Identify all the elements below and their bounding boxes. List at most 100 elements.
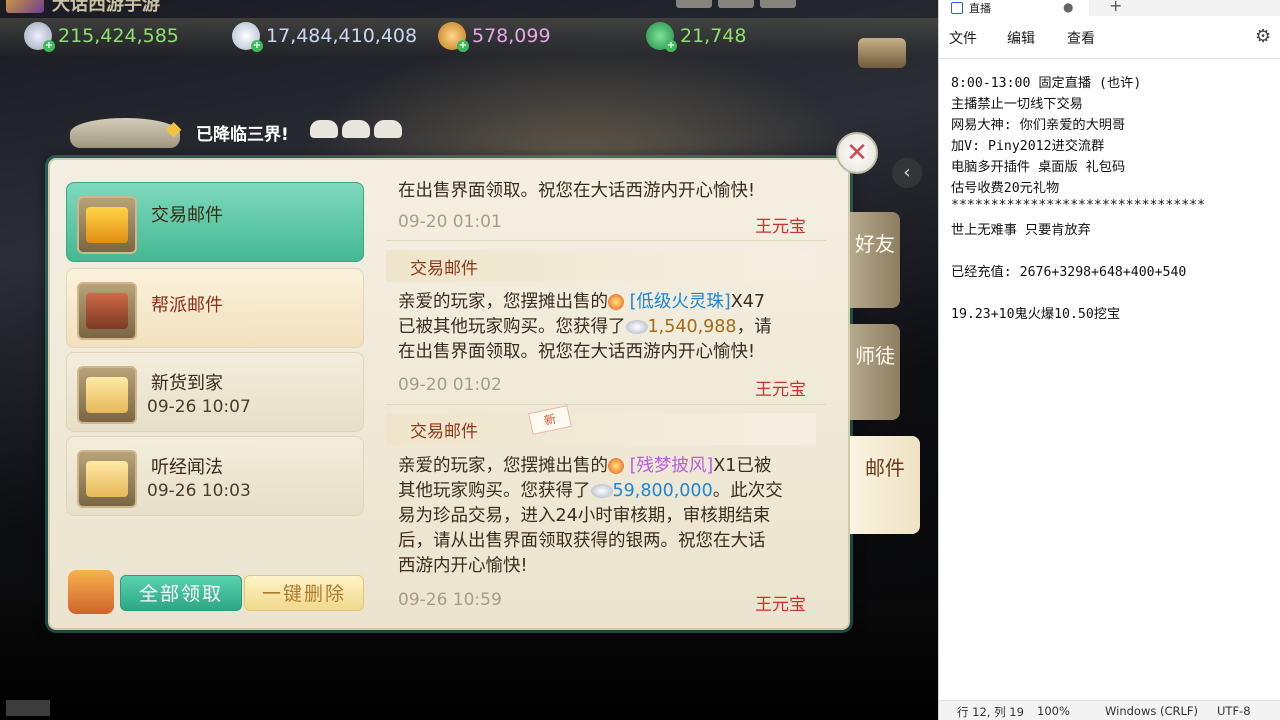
tab-mentor[interactable]: 师徒: [850, 324, 900, 420]
message-sender: 王元宝: [755, 595, 806, 615]
text-line: 加V: Piny2012进交流群: [951, 139, 1105, 154]
game-logo-icon: [6, 0, 44, 13]
rank-badge-icon[interactable]: [858, 38, 906, 68]
game-title: 大话西游手游: [52, 0, 160, 15]
mail-content-pane[interactable]: 在出售界面领取。祝您在大话西游内开心愉快! 09-20 01:01 王元宝 交易…: [386, 170, 826, 622]
notepad-menu-bar: 文件 编辑 查看 ⚙: [939, 24, 1280, 52]
plus-icon[interactable]: +: [251, 40, 263, 52]
text-line: [951, 282, 1271, 303]
text-line: 电脑多开插件 桌面版 礼包码: [951, 160, 1126, 175]
text-line: 世上无难事 只要肯放弃: [951, 223, 1091, 238]
delete-all-button[interactable]: 一键删除: [244, 575, 364, 611]
text-line: 8:00-13:00 固定直播 (也许): [951, 76, 1142, 91]
mail-item-label: 帮派邮件: [151, 295, 223, 316]
currency-bar: + 215,424,585 + 17,484,410,408 + 578,099…: [0, 18, 938, 68]
currency-value: 578,099: [472, 25, 551, 47]
notepad-file-icon: [951, 2, 963, 14]
currency-value: 215,424,585: [58, 25, 179, 47]
close-button[interactable]: ✕: [836, 132, 878, 174]
text-line: [951, 240, 1271, 261]
new-tab-icon[interactable]: +: [1109, 0, 1122, 15]
tab-mail[interactable]: 邮件: [850, 436, 920, 534]
message-title: 交易邮件: [410, 422, 478, 442]
mail-item-sermon[interactable]: 听经闻法 09-26 10:03: [66, 436, 364, 516]
unsaved-dot-icon[interactable]: ●: [1063, 0, 1073, 14]
silver-ingot-icon: [625, 320, 648, 334]
mail-item-label: 新货到家: [151, 373, 223, 394]
trade-shop-icon: [77, 196, 137, 254]
message-sender: 王元宝: [755, 217, 806, 237]
message-body: 亲爱的玩家，您摆摊出售的 [残梦披风]X1已被 其他玩家购买。您获得了 59,80…: [398, 456, 783, 576]
silver-ingot-icon: [590, 484, 613, 498]
cape-item-icon: [608, 458, 624, 474]
window-button[interactable]: [676, 0, 712, 8]
mail-item-time: 09-26 10:07: [147, 397, 251, 417]
mail-item-label: 交易邮件: [151, 205, 223, 226]
cursor-position: 行 12, 列 19: [957, 705, 1024, 719]
announcement-text: 已降临三界!: [196, 125, 289, 145]
notepad-tab-label: 直播: [969, 2, 991, 15]
tab-friends[interactable]: 好友: [850, 212, 900, 308]
window-button[interactable]: [718, 0, 754, 8]
message-header: 交易邮件: [386, 413, 816, 445]
star-mail-icon[interactable]: [68, 570, 114, 614]
notepad-status-bar: 行 12, 列 19 100% Windows (CRLF) UTF-8: [939, 700, 1280, 720]
line-ending[interactable]: Windows (CRLF): [1105, 704, 1198, 718]
notepad-tab[interactable]: 直播 ●: [939, 0, 1089, 16]
mail-item-time: 09-26 10:03: [147, 481, 251, 501]
message-date: 09-20 01:02: [398, 375, 502, 395]
game-window: 大话西游手游 + 215,424,585 + 17,484,410,408 + …: [0, 0, 938, 720]
menu-view[interactable]: 查看: [1067, 28, 1095, 48]
currency-value: 21,748: [680, 25, 747, 47]
encoding[interactable]: UTF-8: [1217, 704, 1251, 718]
menu-file[interactable]: 文件: [949, 28, 977, 48]
mail-item-guild[interactable]: 帮派邮件: [66, 268, 364, 348]
item-link[interactable]: [低级火灵珠]: [630, 292, 731, 312]
text-line: ********************************: [951, 198, 1206, 213]
plus-icon[interactable]: +: [43, 40, 55, 52]
cloud-decoration: [310, 120, 402, 138]
notepad-window: 直播 ● + 文件 编辑 查看 ⚙ 8:00-13:00 固定直播 (也许) 主…: [938, 0, 1280, 720]
plus-icon[interactable]: +: [665, 40, 677, 52]
mail-item-label: 听经闻法: [151, 457, 223, 478]
plus-icon[interactable]: +: [457, 40, 469, 52]
claim-all-button[interactable]: 全部领取: [120, 575, 242, 611]
text-line: 网易大神: 你们亲爱的大明哥: [951, 118, 1126, 133]
bottom-corner-button[interactable]: [6, 700, 50, 716]
menu-divider: [939, 58, 1280, 59]
envelope-icon: [77, 450, 137, 508]
text-line: 估号收费20元礼物: [951, 181, 1060, 196]
text-line: 已经充值: 2676+3298+648+400+540: [951, 265, 1187, 280]
envelope-icon: [77, 366, 137, 424]
item-link[interactable]: [残梦披风]: [630, 456, 714, 476]
text-line: 19.23+10鬼火爆10.50挖宝: [951, 307, 1121, 322]
gold-coin-icon: +: [438, 22, 469, 52]
mail-item-new-goods[interactable]: 新货到家 09-26 10:07: [66, 352, 364, 432]
currency-jade[interactable]: + 21,748: [646, 22, 747, 52]
fire-orb-icon: [608, 294, 624, 310]
guild-building-icon: [77, 282, 137, 340]
message-text: 在出售界面领取。祝您在大话西游内开心愉快!: [398, 181, 756, 201]
message-body: 亲爱的玩家，您摆摊出售的 [低级火灵珠]X47 已被其他玩家购买。您获得了 1,5…: [398, 292, 772, 362]
currency-silver-coin[interactable]: + 215,424,585: [24, 22, 179, 52]
menu-edit[interactable]: 编辑: [1007, 28, 1035, 48]
notepad-text-area[interactable]: 8:00-13:00 固定直播 (也许) 主播禁止一切线下交易 网易大神: 你们…: [951, 72, 1271, 324]
announcement-ornament: [70, 118, 180, 148]
chevron-left-icon[interactable]: ‹: [892, 158, 922, 188]
gear-icon[interactable]: ⚙: [1255, 26, 1271, 47]
announcement-bar: ◆ 已降临三界!: [60, 112, 420, 148]
silver-ingot-icon: +: [232, 22, 263, 52]
zoom-level[interactable]: 100%: [1037, 704, 1070, 718]
title-bar-buttons: [676, 0, 796, 8]
currency-silver-ingot[interactable]: + 17,484,410,408: [232, 22, 418, 52]
message-date: 09-20 01:01: [398, 212, 502, 232]
message-header: 交易邮件: [386, 250, 816, 282]
window-button[interactable]: [760, 0, 796, 8]
jade-icon: +: [646, 22, 677, 52]
message-divider: [386, 404, 826, 405]
notepad-tab-strip: 直播 ● +: [939, 0, 1280, 16]
message-divider: [386, 240, 826, 241]
mail-item-trade[interactable]: 交易邮件: [66, 182, 364, 262]
currency-value: 17,484,410,408: [266, 25, 418, 47]
currency-gold-coin[interactable]: + 578,099: [438, 22, 551, 52]
